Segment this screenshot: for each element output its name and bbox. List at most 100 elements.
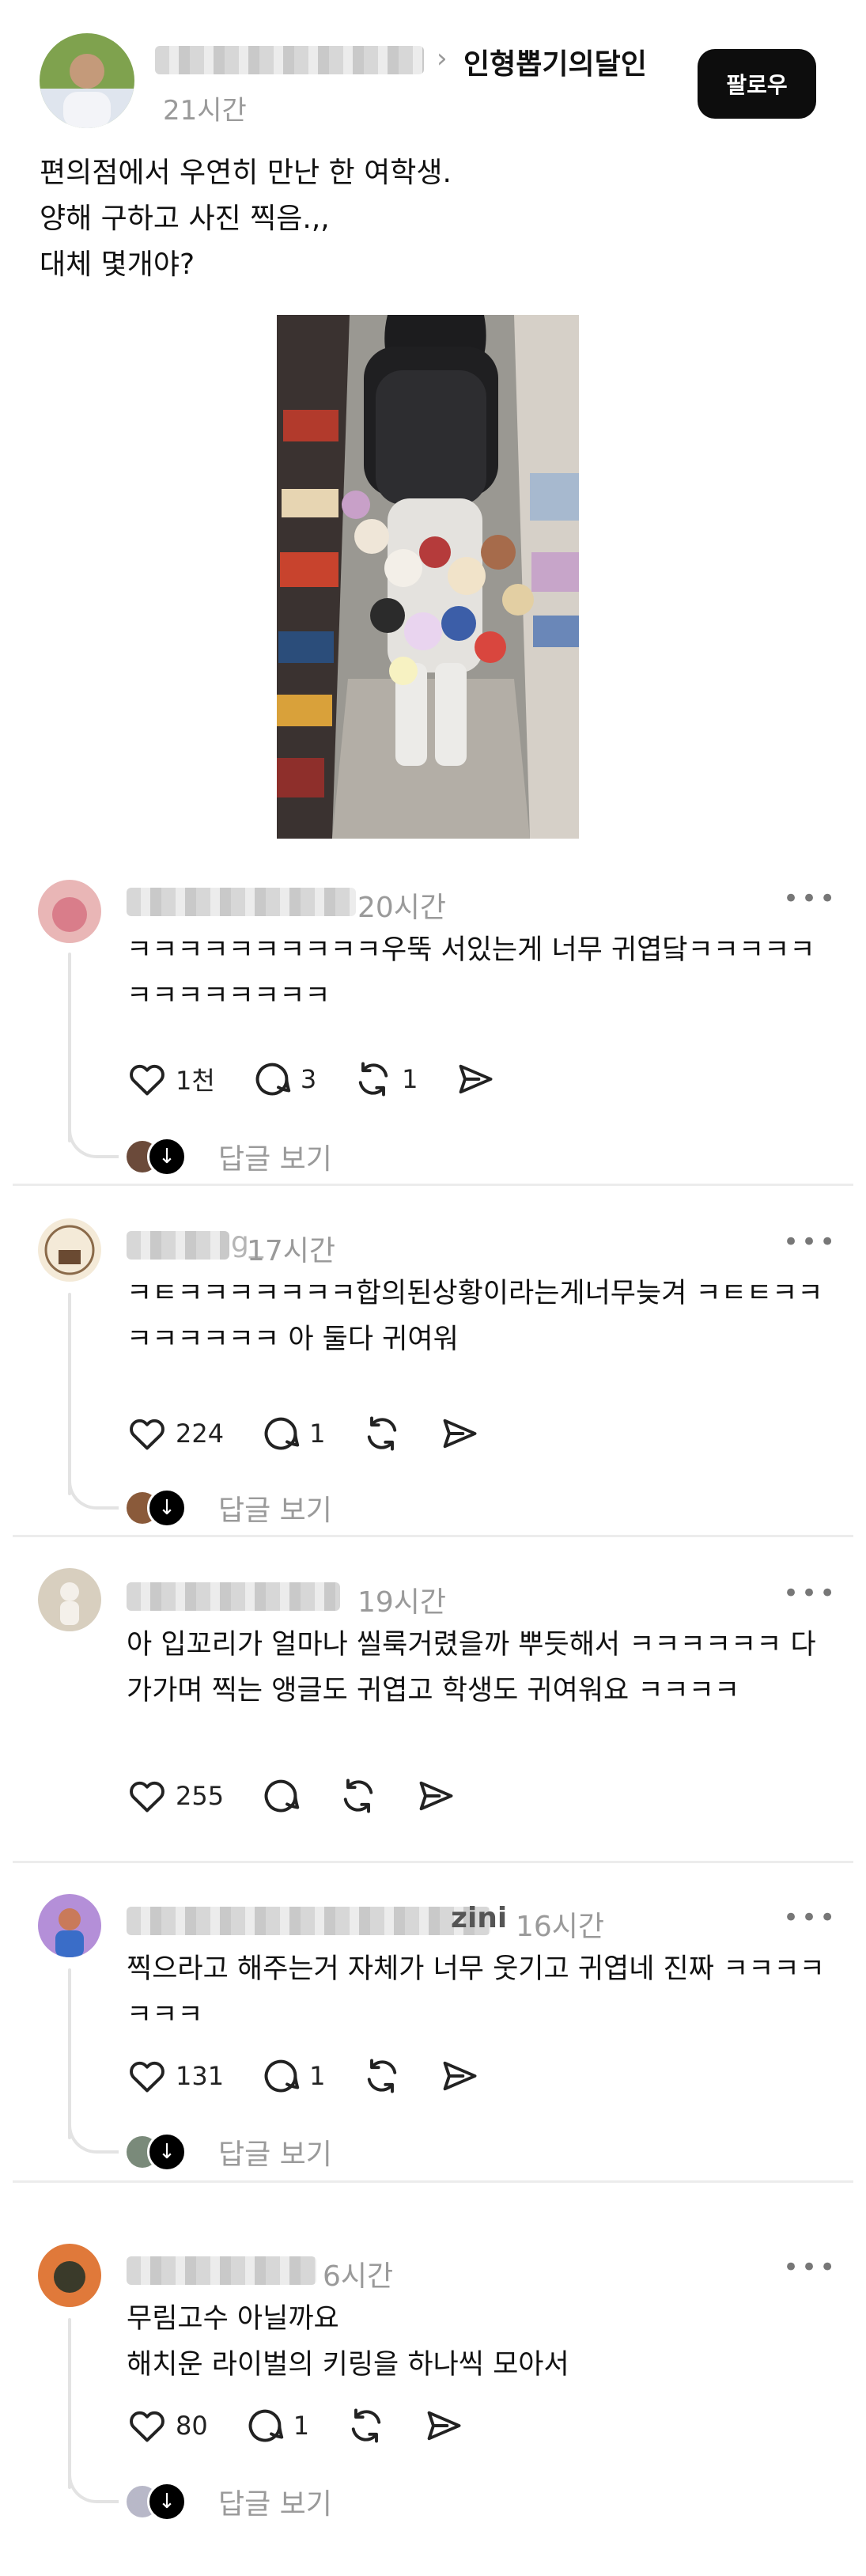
- comment-time: 17시간: [247, 1235, 336, 1267]
- like-button[interactable]: 131: [127, 2055, 224, 2097]
- thread-line: [68, 953, 71, 1142]
- more-icon[interactable]: •••: [783, 1902, 838, 1934]
- divider: [13, 2180, 853, 2183]
- view-replies-link[interactable]: ↓ 답글 보기: [127, 2131, 332, 2173]
- more-icon[interactable]: •••: [783, 883, 838, 915]
- comment-actions: 255: [127, 1775, 493, 1816]
- down-arrow-icon: ↓: [147, 1137, 187, 1176]
- thread-line: [68, 1293, 71, 1495]
- reply-button[interactable]: [260, 1775, 301, 1816]
- view-replies-label: 답글 보기: [218, 2488, 332, 2521]
- commenter-avatar-image: [38, 880, 101, 943]
- share-button[interactable]: [455, 1059, 496, 1100]
- comment-text: 찍으라고 해주는거 자체가 너무 웃기고 귀엽네 진짜 ㅋㅋㅋㅋㅋㅋㅋ: [127, 1953, 825, 2031]
- share-button[interactable]: [439, 1413, 480, 1454]
- like-button[interactable]: 255: [127, 1775, 224, 1816]
- reply-button[interactable]: 1: [260, 1413, 325, 1454]
- view-replies-link[interactable]: ↓ 답글 보기: [127, 2481, 332, 2522]
- view-replies-label: 답글 보기: [218, 1143, 332, 1176]
- commenter-name-blurred[interactable]: [127, 2256, 316, 2285]
- caption-line: 양해 구하고 사진 찍음.,,: [40, 203, 330, 235]
- like-button[interactable]: 224: [127, 1413, 224, 1454]
- commenter-avatar[interactable]: [38, 1568, 101, 1631]
- commenter-name-blurred[interactable]: [127, 1231, 229, 1260]
- comment-icon: [251, 1059, 293, 1100]
- repost-icon: [353, 1059, 394, 1100]
- author-avatar[interactable]: [40, 33, 134, 128]
- post-photo[interactable]: [277, 315, 579, 839]
- reply-count: 1: [309, 1419, 326, 1449]
- thread-curve: [68, 2468, 119, 2503]
- thread-curve: [68, 1475, 119, 1510]
- repost-icon: [361, 2055, 403, 2097]
- reply-count: 1: [309, 2061, 326, 2091]
- repost-button[interactable]: [346, 2405, 387, 2446]
- comment-actions: 224 1: [127, 1413, 516, 1454]
- share-icon: [423, 2405, 464, 2446]
- share-button[interactable]: [423, 2405, 464, 2446]
- comment-actions: 80 1: [127, 2405, 501, 2446]
- commenter-name-suffix[interactable]: zini: [451, 1902, 507, 1934]
- divider: [13, 1184, 853, 1186]
- comment-text: ㅋㅋㅋㅋㅋㅋㅋㅋㅋㅋ우뚝 서있는게 너무 귀엽닼ㅋㅋㅋㅋㅋㅋㅋㅋㅋㅋㅋㅋㅋ: [127, 934, 815, 1012]
- reply-count: 3: [300, 1064, 317, 1094]
- follow-button[interactable]: 팔로우: [698, 49, 816, 119]
- like-count: 1천: [176, 1066, 215, 1096]
- reply-button[interactable]: 1: [260, 2055, 325, 2097]
- more-icon[interactable]: •••: [783, 1226, 838, 1258]
- commenter-name-blurred[interactable]: [127, 1582, 340, 1611]
- like-count: 255: [176, 1781, 225, 1811]
- like-button[interactable]: 1천: [127, 1059, 215, 1100]
- thread-curve: [68, 1123, 119, 1158]
- comment-time: 16시간: [516, 1911, 605, 1943]
- repost-button[interactable]: 1: [353, 1059, 418, 1100]
- comment-time: 6시간: [323, 2260, 394, 2293]
- commenter-avatar[interactable]: [38, 880, 101, 943]
- view-replies-label: 답글 보기: [218, 2138, 332, 2171]
- like-button[interactable]: 80: [127, 2405, 208, 2446]
- commenter-avatar[interactable]: [38, 1894, 101, 1957]
- share-icon: [439, 2055, 480, 2097]
- post-caption: 편의점에서 우연히 만난 한 여학생. 양해 구하고 사진 찍음.,, 대체 몇…: [40, 150, 452, 288]
- chevron-right-icon: ›: [437, 43, 448, 74]
- commenter-avatar[interactable]: [38, 1218, 101, 1282]
- comment-actions: 131 1: [127, 2055, 516, 2097]
- commenter-avatar[interactable]: [38, 2244, 101, 2307]
- repost-icon: [346, 2405, 387, 2446]
- repost-count: 1: [402, 1064, 418, 1094]
- caption-line: 대체 몇개야?: [40, 248, 195, 281]
- comment-actions: 1천 3 1: [127, 1059, 532, 1100]
- more-icon[interactable]: •••: [783, 2252, 838, 2283]
- comment-text: 아 입꼬리가 얼마나 씰룩거렸을까 뿌듯해서 ㅋㅋㅋㅋㅋㅋ 다가가며 찍는 앵글…: [127, 1629, 816, 1707]
- community-name[interactable]: 인형뽑기의달인: [463, 41, 647, 82]
- heart-icon: [127, 1413, 168, 1454]
- share-button[interactable]: [415, 1775, 456, 1816]
- commenter-avatar-image: [38, 1894, 101, 1957]
- author-avatar-image: [40, 33, 134, 128]
- share-icon: [455, 1059, 496, 1100]
- commenter-name-blurred[interactable]: [127, 1907, 490, 1935]
- commenter-name-blurred[interactable]: [127, 888, 356, 916]
- author-name-blurred[interactable]: [155, 46, 424, 74]
- repost-icon: [338, 1775, 379, 1816]
- reply-button[interactable]: 3: [251, 1059, 316, 1100]
- view-replies-link[interactable]: ↓ 답글 보기: [127, 1136, 332, 1177]
- thread-line: [68, 1968, 71, 2139]
- down-arrow-icon: ↓: [147, 2482, 187, 2521]
- repost-button[interactable]: [361, 2055, 403, 2097]
- comment-text: ㅋㅌㅋㅋㅋㅋㅋㅋㅋ합의된상황이라는게너무늦겨 ㅋㅌㅌㅋㅋㅋㅋㅋㅋㅋㅋ 아 둘다 …: [127, 1278, 823, 1355]
- thread-line: [68, 2318, 71, 2489]
- convenience-store-photo: [277, 315, 579, 839]
- repost-button[interactable]: [361, 1413, 403, 1454]
- commenter-avatar-image: [38, 1568, 101, 1631]
- reply-button[interactable]: 1: [244, 2405, 309, 2446]
- view-replies-link[interactable]: ↓ 답글 보기: [127, 1487, 332, 1529]
- caption-line: 편의점에서 우연히 만난 한 여학생.: [40, 157, 452, 189]
- comment-time: 19시간: [357, 1586, 447, 1619]
- comment-time: 20시간: [357, 892, 447, 924]
- more-icon[interactable]: •••: [783, 1578, 838, 1609]
- view-replies-label: 답글 보기: [218, 1494, 332, 1527]
- repost-button[interactable]: [338, 1775, 379, 1816]
- post-time: 21시간: [163, 95, 247, 127]
- share-button[interactable]: [439, 2055, 480, 2097]
